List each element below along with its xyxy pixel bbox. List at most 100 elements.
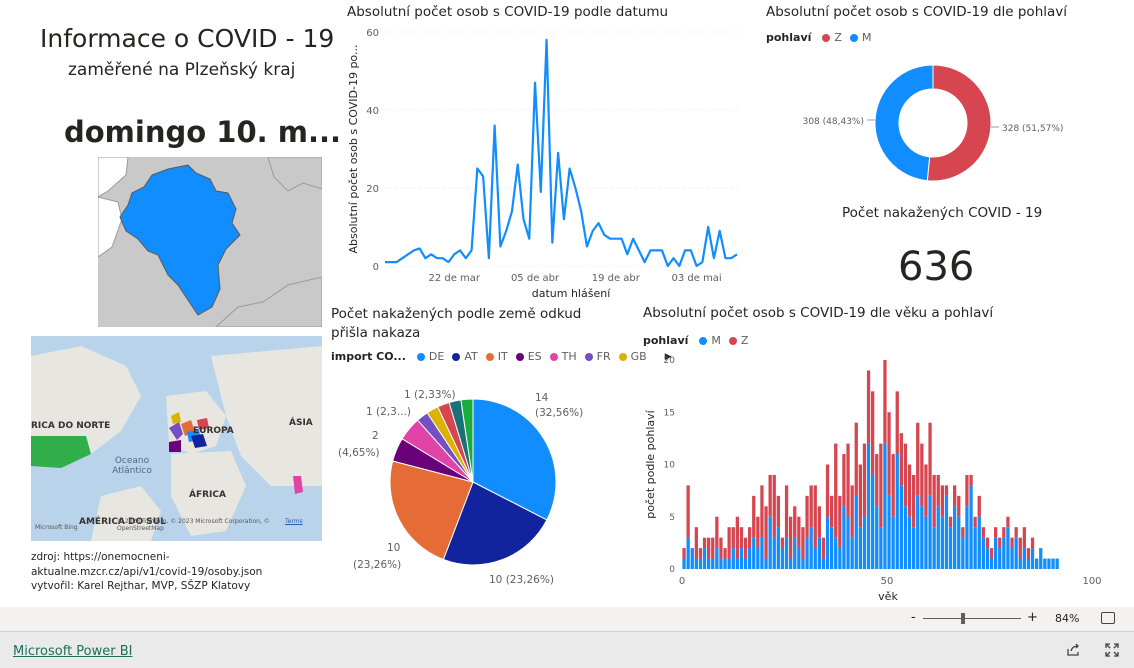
- bar-segment-m: [682, 558, 686, 569]
- bar-segment-z: [776, 495, 780, 528]
- donut-chart[interactable]: 328 (51,57%) 308 (48,43%): [770, 50, 1100, 200]
- zoom-slider-handle[interactable]: [961, 613, 965, 624]
- bar-segment-m: [793, 537, 797, 569]
- power-bi-link[interactable]: Microsoft Power BI: [13, 644, 132, 659]
- bar-segment-m: [977, 516, 981, 569]
- bar-segment-z: [916, 422, 920, 496]
- bar-segment-z: [756, 516, 760, 549]
- bar-segment-m: [994, 537, 998, 569]
- line-series-path: [385, 38, 738, 268]
- bar-segment-m: [834, 537, 838, 569]
- zoom-slider-track[interactable]: [923, 618, 1021, 619]
- bar-segment-m: [887, 495, 891, 569]
- line-ytick-label: 0: [373, 262, 379, 273]
- fullscreen-icon[interactable]: [1105, 643, 1119, 657]
- pie-chart[interactable]: 14 (32,56%) 10 (23,26%) 10 (23,26%) 2 (4,65%) 1…: [331, 370, 631, 605]
- author-text: vytvořil: Karel Rejthar, MVP, SŠZP Klato…: [31, 580, 251, 592]
- bar-segment-z: [1030, 537, 1035, 549]
- legend-dot-fr: [584, 352, 593, 361]
- pie-label-at: 10 (23,26%): [489, 574, 554, 586]
- bar-segment-z: [944, 485, 949, 496]
- bar-segment-z: [957, 495, 961, 517]
- bar-segment-z: [866, 370, 871, 444]
- bar-segment-m: [772, 537, 776, 569]
- map-terms-link[interactable]: Terms: [285, 518, 303, 525]
- bar-segment-m: [846, 516, 850, 569]
- bar-segment-m: [1039, 548, 1043, 569]
- zoom-bar: - + 84%: [0, 607, 1134, 631]
- zoom-out-button[interactable]: -: [911, 610, 916, 625]
- bar-segment-m: [1014, 537, 1018, 569]
- bar-segment-m: [944, 495, 949, 569]
- line-ytick-label: 60: [366, 28, 379, 39]
- bar-segment-z: [760, 485, 764, 538]
- bar-segment-m: [961, 537, 965, 569]
- donut-label-z: 328 (51,57%): [1002, 124, 1063, 134]
- bar-segment-z: [702, 537, 707, 549]
- bar-segment-m: [748, 548, 752, 569]
- bar-legend-title: pohlaví: [643, 334, 689, 347]
- bar-ytick-label: 0: [669, 565, 675, 575]
- bar-segment-m: [825, 516, 830, 569]
- fit-to-page-icon[interactable]: [1101, 612, 1115, 624]
- bar-segment-m: [936, 506, 940, 569]
- bar-segment-z: [961, 527, 965, 538]
- region-map[interactable]: [98, 157, 322, 327]
- legend-dot-z: [822, 33, 831, 42]
- bar-segment-m: [801, 558, 805, 569]
- bar-segment-m: [854, 495, 858, 569]
- bar-segment-m: [760, 537, 764, 569]
- legend-dot-es: [515, 352, 524, 361]
- bar-segment-m: [973, 527, 977, 569]
- bar-segment-z: [797, 516, 801, 549]
- line-yaxis-label: Absolutní počet osob s COVID-19 po...: [347, 45, 360, 254]
- bar-segment-z: [985, 537, 990, 549]
- bar-segment-m: [985, 548, 990, 569]
- legend-label-es: ES: [527, 350, 542, 363]
- bar-segment-m: [948, 527, 953, 569]
- bar-segment-m: [780, 548, 785, 569]
- bar-xaxis-label: věk: [878, 590, 898, 603]
- bar-segment-z: [891, 454, 895, 517]
- bar-segment-z: [1022, 527, 1026, 549]
- bar-segment-m: [1030, 548, 1035, 569]
- legend-label-z: Z: [834, 31, 842, 44]
- bar-segment-z: [743, 537, 748, 559]
- zoom-in-button[interactable]: +: [1027, 610, 1038, 625]
- share-icon[interactable]: [1066, 643, 1080, 657]
- zoom-level[interactable]: 84%: [1055, 612, 1079, 625]
- line-xtick-label: 05 de abr: [511, 273, 560, 284]
- bar-segment-z: [895, 391, 899, 455]
- line-xtick-label: 03 de mai: [671, 273, 721, 284]
- bar-chart[interactable]: 0 5 10 15 20 0 50 100 věk počet podle pohlaví: [640, 350, 1110, 608]
- bar-segment-m: [694, 558, 698, 569]
- bar-segment-z: [936, 474, 940, 507]
- bar-segment-m: [957, 516, 961, 569]
- line-chart-title: Absolutní počet osob s COVID-19 podle da…: [347, 4, 669, 20]
- bar-segment-m: [883, 443, 887, 569]
- bar-segment-m: [735, 558, 739, 569]
- bar-segment-m: [1026, 558, 1031, 569]
- bar-segment-z: [912, 474, 916, 528]
- kpi-label: Počet nakažených COVID - 19: [842, 205, 1043, 221]
- world-map[interactable]: RICA DO NORTE EUROPA ÁSIA Oceano Atlânti…: [31, 336, 322, 541]
- bar-segment-m: [858, 527, 862, 569]
- bar-segment-z: [727, 527, 731, 559]
- line-xaxis-label: datum hlášení: [532, 287, 611, 300]
- bar-segment-z: [887, 412, 891, 496]
- bar-segment-z: [883, 360, 887, 444]
- bar-segment-m: [719, 558, 723, 569]
- bar-segment-m: [797, 548, 801, 569]
- bar-segment-z: [707, 537, 711, 559]
- bar-segment-m: [715, 548, 719, 569]
- bar-segment-z: [686, 485, 690, 538]
- bar-segment-z: [846, 443, 850, 517]
- bar-segment-m: [879, 527, 883, 569]
- bar-segment-m: [924, 516, 928, 569]
- pie-label-it-pct: (23,26%): [353, 559, 401, 571]
- line-chart[interactable]: 0 20 40 60 22 de mar 05 de abr 19 de abr 03 de …: [345, 22, 750, 302]
- bar-legend: pohlaví M Z: [643, 334, 748, 347]
- bar-segment-z: [1014, 527, 1018, 538]
- donut-title: Absolutní počet osob s COVID-19 dle pohl…: [766, 4, 1068, 20]
- bar-segment-m: [907, 516, 912, 569]
